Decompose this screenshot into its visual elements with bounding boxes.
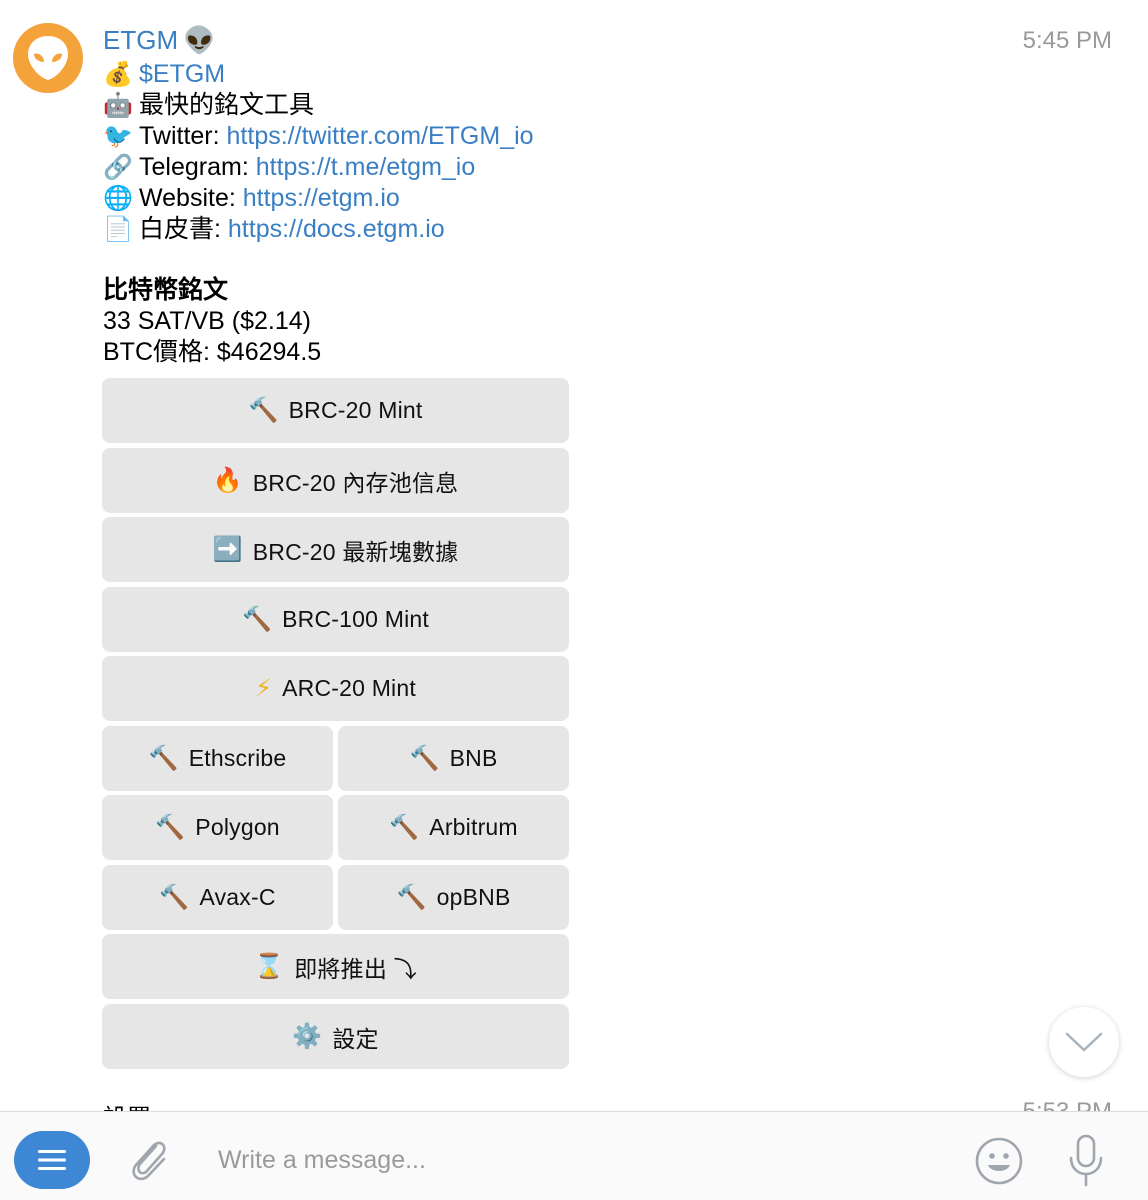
opbnb-button[interactable]: 🔨 opBNB bbox=[338, 865, 569, 930]
bot-menu-button[interactable] bbox=[14, 1131, 90, 1189]
hammer-icon: 🔨 bbox=[155, 814, 186, 841]
money-bag-icon: 💰 bbox=[103, 61, 133, 88]
whitepaper-label: 白皮書: bbox=[139, 215, 221, 243]
hammer-icon: 🔨 bbox=[242, 606, 273, 633]
link-icon: 🔗 bbox=[103, 154, 133, 181]
message-line-whitepaper: 📄 白皮書: https://docs.etgm.io bbox=[103, 214, 445, 245]
button-label: BRC-20 最新塊數據 bbox=[252, 538, 459, 565]
button-label: BRC-20 內存池信息 bbox=[252, 469, 459, 496]
telegram-label: Telegram: bbox=[139, 153, 249, 181]
message-time: 5:45 PM bbox=[1022, 27, 1112, 54]
bnb-button[interactable]: 🔨 BNB bbox=[338, 726, 569, 791]
chat-area[interactable]: ETGM 👽 5:45 PM 💰 $ETGM 🤖 最快的銘文工具 🐦 Twitt… bbox=[0, 0, 1148, 1111]
bird-icon: 🐦 bbox=[103, 123, 133, 150]
telegram-link[interactable]: https://t.me/etgm_io bbox=[256, 152, 476, 183]
alien-emoji-icon: 👽 bbox=[183, 25, 216, 55]
message-line-tagline: 🤖 最快的銘文工具 bbox=[103, 90, 314, 121]
menu-icon bbox=[38, 1150, 66, 1170]
brc100-mint-button[interactable]: 🔨 BRC-100 Mint bbox=[102, 587, 569, 652]
fee-line: 33 SAT/VB ($2.14) bbox=[103, 307, 311, 335]
avatar[interactable] bbox=[13, 23, 83, 93]
twitter-label: Twitter: bbox=[139, 122, 220, 150]
sender-name[interactable]: ETGM bbox=[103, 24, 178, 56]
hammer-icon: 🔨 bbox=[148, 745, 179, 772]
arbitrum-button[interactable]: 🔨 Arbitrum bbox=[338, 795, 569, 860]
message-line-website: 🌐 Website: https://etgm.io bbox=[103, 183, 400, 214]
brc20-mint-button[interactable]: 🔨 BRC-20 Mint bbox=[102, 378, 569, 443]
arc20-mint-button[interactable]: ⚡ ARC-20 Mint bbox=[102, 656, 569, 721]
button-label: Arbitrum bbox=[429, 814, 518, 840]
message-input[interactable] bbox=[218, 1140, 918, 1180]
token-link[interactable]: $ETGM bbox=[139, 59, 225, 90]
button-label: ARC-20 Mint bbox=[282, 675, 416, 701]
hourglass-icon: ⌛ bbox=[254, 953, 285, 980]
alien-logo-icon bbox=[28, 36, 68, 80]
message-line-twitter: 🐦 Twitter: https://twitter.com/ETGM_io bbox=[103, 121, 534, 152]
button-label: BRC-20 Mint bbox=[288, 397, 423, 423]
emoji-icon[interactable] bbox=[974, 1136, 1024, 1186]
arrow-right-icon: ➡️ bbox=[212, 536, 243, 563]
gear-icon: ⚙️ bbox=[292, 1023, 323, 1050]
tagline-text: 最快的銘文工具 bbox=[139, 91, 315, 119]
hammer-icon: 🔨 bbox=[409, 745, 440, 772]
lightning-icon: ⚡ bbox=[255, 675, 273, 702]
next-message-text: 設置 bbox=[103, 1098, 151, 1111]
message-composer bbox=[0, 1111, 1148, 1200]
robot-icon: 🤖 bbox=[103, 92, 133, 119]
message-line-telegram: 🔗 Telegram: https://t.me/etgm_io bbox=[103, 152, 475, 183]
price-line: BTC價格: $46294.5 bbox=[103, 338, 322, 366]
button-label: Polygon bbox=[195, 814, 280, 840]
settings-button[interactable]: ⚙️ 設定 bbox=[102, 1004, 569, 1069]
paperclip-icon[interactable] bbox=[126, 1134, 172, 1184]
document-icon: 📄 bbox=[103, 216, 133, 243]
brc20-latest-block-button[interactable]: ➡️ BRC-20 最新塊數據 bbox=[102, 517, 569, 582]
fire-icon: 🔥 bbox=[212, 467, 243, 494]
button-label: 即將推出 ⤵ bbox=[294, 955, 417, 982]
chevron-down-icon bbox=[1065, 1032, 1103, 1052]
website-link[interactable]: https://etgm.io bbox=[243, 183, 400, 214]
brc20-mempool-button[interactable]: 🔥 BRC-20 內存池信息 bbox=[102, 448, 569, 513]
twitter-link[interactable]: https://twitter.com/ETGM_io bbox=[227, 121, 534, 152]
ethscribe-button[interactable]: 🔨 Ethscribe bbox=[102, 726, 333, 791]
hammer-icon: 🔨 bbox=[389, 814, 420, 841]
avax-c-button[interactable]: 🔨 Avax-C bbox=[102, 865, 333, 930]
website-label: Website: bbox=[139, 184, 236, 212]
section-title: 比特幣銘文 bbox=[103, 276, 229, 304]
globe-icon: 🌐 bbox=[103, 185, 133, 212]
message-line-token: 💰 $ETGM bbox=[103, 59, 225, 90]
coming-soon-button[interactable]: ⌛ 即將推出 ⤵ bbox=[102, 934, 569, 999]
next-message-time: 5:53 PM bbox=[1023, 1098, 1112, 1111]
button-label: BRC-100 Mint bbox=[282, 606, 429, 632]
hammer-icon: 🔨 bbox=[396, 884, 427, 911]
hammer-icon: 🔨 bbox=[248, 397, 279, 424]
hammer-icon: 🔨 bbox=[159, 884, 190, 911]
whitepaper-link[interactable]: https://docs.etgm.io bbox=[228, 214, 445, 245]
polygon-button[interactable]: 🔨 Polygon bbox=[102, 795, 333, 860]
button-label: BNB bbox=[449, 745, 498, 771]
microphone-icon[interactable] bbox=[1066, 1132, 1106, 1190]
button-label: Ethscribe bbox=[188, 745, 287, 771]
button-label: opBNB bbox=[436, 884, 511, 910]
scroll-to-bottom-button[interactable] bbox=[1049, 1007, 1119, 1077]
button-label: Avax-C bbox=[199, 884, 276, 910]
button-label: 設定 bbox=[332, 1025, 379, 1052]
